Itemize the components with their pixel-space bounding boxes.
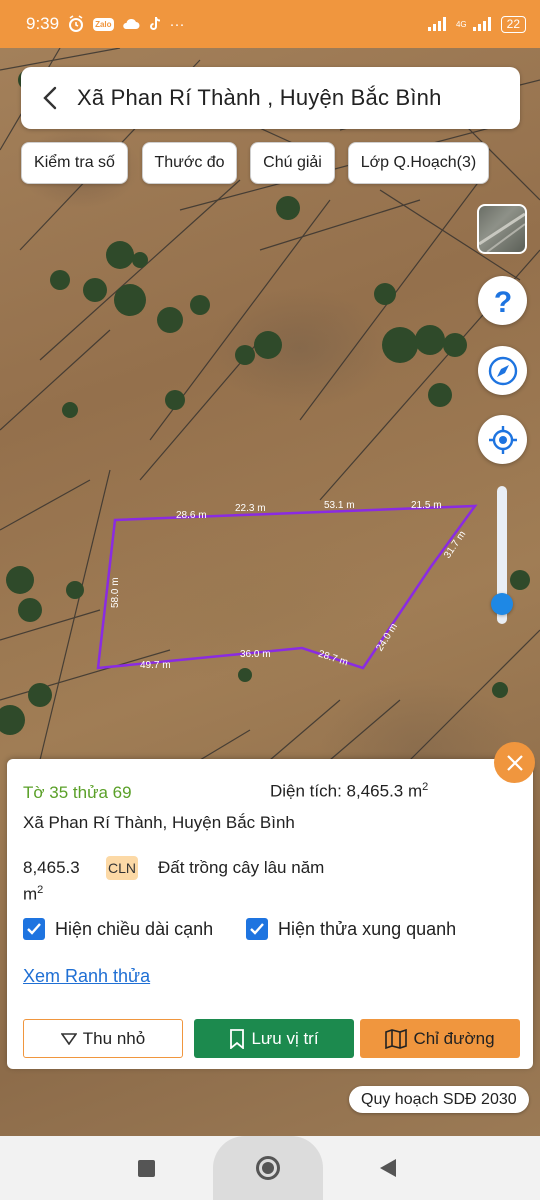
parcel-info-panel: Tờ 35 thửa 69 Diện tích: 8,465.3 m2 Xã P… xyxy=(7,759,533,1069)
parcel-address: Xã Phan Rí Thành, Huyện Bắc Bình xyxy=(23,813,295,832)
locate-icon xyxy=(488,425,517,454)
directions-label: Chỉ đường xyxy=(413,1028,495,1048)
edge-label: 22.3 m xyxy=(235,503,266,514)
edge-labels: 28.6 m 22.3 m 53.1 m 21.5 m 31.7 m 24.0 … xyxy=(110,500,468,671)
checkbox-checked-icon[interactable] xyxy=(23,918,45,940)
minimize-label: Thu nhỏ xyxy=(82,1028,146,1048)
status-bar: 9:39 Zalo ··· 4G 22 xyxy=(0,0,540,48)
show-neighbors-label: Hiện thửa xung quanh xyxy=(278,918,457,939)
view-boundary-link[interactable]: Xem Ranh thửa xyxy=(23,966,150,987)
alarm-icon xyxy=(67,15,85,33)
save-location-button[interactable]: Lưu vị trí xyxy=(194,1019,354,1058)
parcel-boundary xyxy=(96,504,478,670)
map-icon xyxy=(385,1028,408,1049)
chevron-left-icon xyxy=(43,86,57,110)
landuse-area: 8,465.3 m2 xyxy=(23,857,80,906)
edge-label: 24.0 m xyxy=(374,622,400,654)
planning-layer-label[interactable]: Quy hoạch SDĐ 2030 xyxy=(349,1086,529,1113)
zalo-icon: Zalo xyxy=(93,17,114,31)
chip-planning-layers[interactable]: Lớp Q.Hoạch(3) xyxy=(348,142,489,184)
save-location-label: Lưu vị trí xyxy=(251,1028,319,1048)
map-layer-toggle[interactable] xyxy=(477,204,527,254)
edge-label: 21.5 m xyxy=(411,500,442,511)
system-nav-bar xyxy=(0,1136,540,1200)
back-button[interactable] xyxy=(39,86,61,110)
close-icon xyxy=(506,754,523,771)
checkbox-checked-icon[interactable] xyxy=(246,918,268,940)
signal-2-icon xyxy=(472,17,495,31)
show-edge-lengths-checkbox[interactable]: Hiện chiều dài cạnh xyxy=(23,918,213,940)
landuse-area-unit-sup: 2 xyxy=(37,884,44,896)
minimize-button[interactable]: Thu nhỏ xyxy=(23,1019,183,1058)
compass-icon xyxy=(488,356,517,385)
chip-check-number[interactable]: Kiểm tra số xyxy=(21,142,128,184)
locate-button[interactable] xyxy=(478,415,527,464)
landuse-area-unit: m xyxy=(23,884,38,904)
back-nav-icon[interactable] xyxy=(380,1159,396,1177)
status-time: 9:39 xyxy=(26,14,60,33)
home-icon[interactable] xyxy=(256,1156,280,1180)
recents-icon[interactable] xyxy=(138,1160,155,1177)
help-button[interactable]: ? xyxy=(478,276,527,325)
network-4g-icon: 4G xyxy=(455,19,467,29)
parcel-area-sup: 2 xyxy=(422,781,429,793)
location-title-card[interactable]: Xã Phan Rí Thành , Huyện Bắc Bình xyxy=(21,67,520,129)
show-neighbors-checkbox[interactable]: Hiện thửa xung quanh xyxy=(246,918,456,940)
parcel-id: Tờ 35 thửa 69 xyxy=(23,783,132,802)
compass-button[interactable] xyxy=(478,346,527,395)
question-icon: ? xyxy=(493,286,511,316)
bookmark-icon xyxy=(230,1028,245,1049)
landuse-name: Đất trồng cây lâu năm xyxy=(158,858,325,877)
edge-label: 28.7 m xyxy=(317,649,349,669)
parcel-area: Diện tích: 8,465.3 m2 xyxy=(270,781,428,802)
close-panel-button[interactable] xyxy=(494,742,535,783)
layer-thumbnail-icon xyxy=(479,212,525,252)
signal-icon xyxy=(427,17,450,31)
more-notifications-icon: ··· xyxy=(169,15,185,33)
battery-icon: 22 xyxy=(500,15,526,33)
parcel-area-text: Diện tích: 8,465.3 m xyxy=(270,781,423,801)
edge-label: 28.6 m xyxy=(176,510,207,521)
location-title: Xã Phan Rí Thành , Huyện Bắc Bình xyxy=(77,85,442,110)
edge-label: 36.0 m xyxy=(240,649,271,660)
landuse-code-badge: CLN xyxy=(106,856,138,880)
edge-label: 58.0 m xyxy=(110,577,121,608)
triangle-down-icon xyxy=(60,1032,77,1045)
chip-measure[interactable]: Thước đo xyxy=(142,142,237,184)
chip-legend[interactable]: Chú giải xyxy=(250,142,335,184)
cloud-icon xyxy=(122,18,140,30)
directions-button[interactable]: Chỉ đường xyxy=(360,1019,520,1058)
show-edge-lengths-label: Hiện chiều dài cạnh xyxy=(55,918,214,939)
landuse-area-value: 8,465.3 xyxy=(23,858,80,877)
tiktok-icon xyxy=(148,16,162,32)
edge-label: 49.7 m xyxy=(140,660,171,671)
edge-label: 53.1 m xyxy=(324,500,355,511)
svg-text:?: ? xyxy=(493,286,511,316)
